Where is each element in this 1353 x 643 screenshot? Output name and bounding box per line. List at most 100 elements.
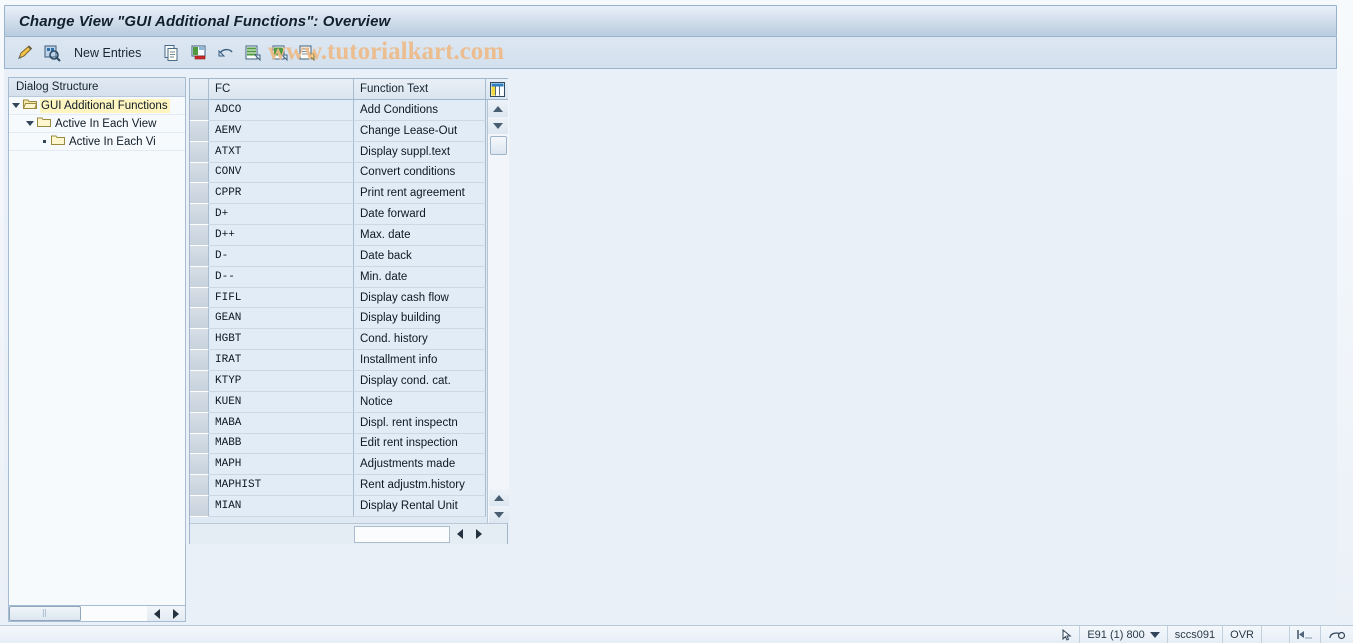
cell-function-text[interactable]: Date back <box>354 245 486 267</box>
table-vertical-scrollbar[interactable] <box>487 100 509 523</box>
cell-function-text[interactable]: Display building <box>354 308 486 330</box>
cell-fc[interactable]: D-- <box>209 266 354 288</box>
cell-fc[interactable]: ADCO <box>209 100 354 121</box>
scrollbar-thumb[interactable] <box>490 136 507 155</box>
row-select-cell[interactable] <box>190 120 209 142</box>
cell-function-text[interactable]: Convert conditions <box>354 162 486 184</box>
delete-icon[interactable] <box>188 42 210 64</box>
table-row[interactable]: D+ Date forward <box>190 204 487 226</box>
row-select-cell[interactable] <box>190 183 209 205</box>
status-insert-mode[interactable]: OVR <box>1222 625 1261 643</box>
cell-fc[interactable]: FIFL <box>209 287 354 309</box>
row-select-cell[interactable] <box>190 350 209 371</box>
table-footer-input[interactable] <box>354 525 450 543</box>
column-header-fc[interactable]: FC <box>209 79 354 99</box>
chevron-down-icon[interactable] <box>1149 631 1160 638</box>
table-row[interactable]: MABB Edit rent inspection <box>190 433 487 455</box>
cell-function-text[interactable]: Change Lease-Out <box>354 120 486 142</box>
cell-fc[interactable]: KTYP <box>209 370 354 392</box>
cell-fc[interactable]: D- <box>209 245 354 267</box>
cell-function-text[interactable]: Cond. history <box>354 329 486 351</box>
status-bar-insert-icon[interactable] <box>1289 625 1320 643</box>
resize-icon[interactable] <box>1320 625 1353 643</box>
cell-function-text[interactable]: Displ. rent inspectn <box>354 412 486 434</box>
table-row[interactable]: CONV Convert conditions <box>190 162 487 184</box>
cell-fc[interactable]: AEMV <box>209 120 354 142</box>
cell-function-text[interactable]: Notice <box>354 391 486 413</box>
cell-function-text[interactable]: Add Conditions <box>354 100 486 121</box>
tree-expander[interactable] <box>9 103 23 108</box>
cell-fc[interactable]: MABB <box>209 433 354 455</box>
cell-function-text[interactable]: Edit rent inspection <box>354 433 486 455</box>
sidebar-horizontal-scrollbar[interactable]: ⣿ <box>8 605 186 622</box>
cell-fc[interactable]: HGBT <box>209 329 354 351</box>
table-row[interactable]: MABA Displ. rent inspectn <box>190 412 487 434</box>
table-row[interactable]: KUEN Notice <box>190 391 487 413</box>
row-select-cell[interactable] <box>190 412 209 434</box>
cell-fc[interactable]: KUEN <box>209 391 354 413</box>
cell-fc[interactable]: GEAN <box>209 308 354 330</box>
row-select-cell[interactable] <box>190 141 209 163</box>
other-view-icon[interactable] <box>41 42 63 64</box>
scrollbar-track[interactable] <box>81 606 147 621</box>
row-select-cell[interactable] <box>190 475 209 497</box>
tree-expander[interactable] <box>23 121 37 126</box>
cell-fc[interactable]: IRAT <box>209 350 354 371</box>
row-select-cell[interactable] <box>190 433 209 455</box>
row-select-cell[interactable] <box>190 204 209 226</box>
deselect-all-icon[interactable] <box>296 42 318 64</box>
cell-function-text[interactable]: Display cash flow <box>354 287 486 309</box>
table-row[interactable]: D-- Min. date <box>190 266 487 288</box>
tree-item-active-in-each-vi[interactable]: Active In Each Vi <box>9 133 185 151</box>
scroll-up-arrow-icon[interactable] <box>488 100 508 117</box>
cell-function-text[interactable]: Date forward <box>354 204 486 226</box>
table-row[interactable]: D- Date back <box>190 245 487 267</box>
table-row[interactable]: IRAT Installment info <box>190 350 487 371</box>
row-select-cell[interactable] <box>190 225 209 246</box>
cell-fc[interactable]: MAPHIST <box>209 475 354 497</box>
table-row[interactable]: ATXT Display suppl.text <box>190 141 487 163</box>
table-row[interactable]: KTYP Display cond. cat. <box>190 370 487 392</box>
row-select-cell[interactable] <box>190 308 209 330</box>
table-row[interactable]: ADCO Add Conditions <box>190 100 487 121</box>
cell-function-text[interactable]: Adjustments made <box>354 454 486 476</box>
table-row[interactable]: D++ Max. date <box>190 225 487 246</box>
status-system-info[interactable]: E91 (1) 800 <box>1079 625 1166 643</box>
row-select-cell[interactable] <box>190 162 209 184</box>
scroll-down-arrow-icon[interactable] <box>488 117 508 134</box>
scroll-column-right-icon[interactable] <box>469 525 488 544</box>
row-select-cell[interactable] <box>190 266 209 288</box>
table-row[interactable]: HGBT Cond. history <box>190 329 487 351</box>
table-row[interactable]: MAPH Adjustments made <box>190 454 487 476</box>
cell-function-text[interactable]: Max. date <box>354 225 486 246</box>
cell-function-text[interactable]: Installment info <box>354 350 486 371</box>
cell-function-text[interactable]: Rent adjustm.history <box>354 475 486 497</box>
cell-fc[interactable]: D++ <box>209 225 354 246</box>
cell-fc[interactable]: ATXT <box>209 141 354 163</box>
row-select-cell[interactable] <box>190 370 209 392</box>
scrollbar-thumb[interactable]: ⣿ <box>9 606 81 621</box>
row-select-cell[interactable] <box>190 496 209 517</box>
cell-function-text[interactable]: Display suppl.text <box>354 141 486 163</box>
table-row[interactable]: AEMV Change Lease-Out <box>190 120 487 142</box>
cell-function-text[interactable]: Print rent agreement <box>354 183 486 205</box>
table-settings-icon[interactable] <box>486 79 508 99</box>
scroll-page-down-arrow-icon[interactable] <box>489 506 509 523</box>
column-header-function-text[interactable]: Function Text <box>354 79 486 99</box>
cell-fc[interactable]: D+ <box>209 204 354 226</box>
copy-as-icon[interactable] <box>161 42 183 64</box>
scroll-column-left-icon[interactable] <box>450 525 469 544</box>
tree-item-active-in-each-view[interactable]: Active In Each View <box>9 115 185 133</box>
cell-function-text[interactable]: Min. date <box>354 266 486 288</box>
new-entries-button[interactable]: New Entries <box>68 46 147 60</box>
scroll-left-arrow-icon[interactable] <box>147 606 166 621</box>
row-select-cell[interactable] <box>190 245 209 267</box>
undo-icon[interactable] <box>215 42 237 64</box>
table-row[interactable]: GEAN Display building <box>190 308 487 330</box>
cell-function-text[interactable]: Display Rental Unit <box>354 496 486 517</box>
row-select-cell[interactable] <box>190 100 209 121</box>
table-row[interactable]: MIAN Display Rental Unit <box>190 496 487 517</box>
table-row[interactable]: FIFL Display cash flow <box>190 287 487 309</box>
tree-item-gui-additional-functions[interactable]: GUI Additional Functions <box>9 97 185 115</box>
select-all-icon[interactable] <box>242 42 264 64</box>
